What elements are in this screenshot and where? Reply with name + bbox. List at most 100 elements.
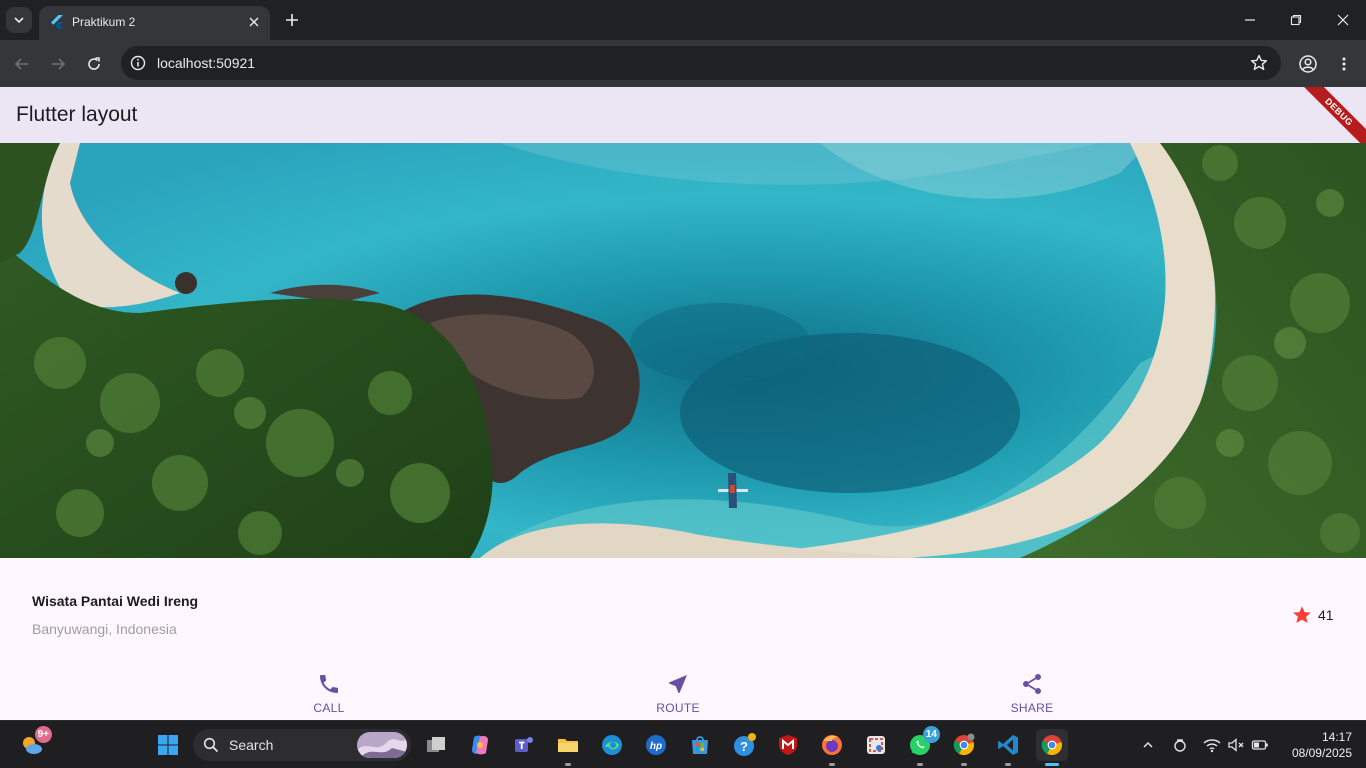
site-info-icon[interactable]	[130, 55, 146, 71]
taskbar-clock[interactable]: 14:17 08/09/2025	[1280, 729, 1352, 761]
flutter-app: Flutter layout DEBUG Wisata Pantai Wedi …	[0, 87, 1366, 720]
firefox-button[interactable]	[816, 729, 848, 766]
task-view-button[interactable]	[420, 729, 452, 761]
battery-icon	[1251, 740, 1268, 750]
wifi-icon	[1203, 739, 1221, 753]
weather-badge: 9+	[34, 726, 52, 743]
reload-icon	[88, 57, 100, 70]
arrow-right-icon	[52, 58, 66, 70]
help-icon: ?	[734, 733, 756, 756]
chevron-down-icon	[14, 17, 24, 24]
tab-title: Praktikum 2	[72, 15, 136, 29]
tab-search-button[interactable]	[6, 7, 32, 33]
running-indicator	[565, 763, 571, 766]
taskbar-search[interactable]: Search	[193, 729, 411, 761]
windows-taskbar: 9+ Search hp ? 14 14:17 08/09/2025	[0, 720, 1366, 768]
mcafee-button[interactable]	[772, 729, 804, 761]
star-icon	[1293, 606, 1311, 623]
share-button[interactable]: SHARE	[992, 670, 1072, 720]
mcafee-icon	[779, 735, 797, 755]
new-tab-button[interactable]	[280, 8, 304, 32]
share-label: SHARE	[1010, 701, 1054, 715]
volume-muted-icon	[1228, 738, 1244, 752]
whatsapp-button[interactable]: 14	[904, 726, 940, 766]
edge-icon	[602, 735, 622, 755]
battery-tray-button[interactable]	[1250, 735, 1270, 755]
svg-text:hp: hp	[650, 741, 662, 752]
active-indicator	[1045, 763, 1059, 766]
chrome-active-button[interactable]	[1036, 729, 1068, 766]
close-window-button[interactable]	[1320, 0, 1366, 40]
navigation-icon	[669, 675, 687, 693]
bookmark-star-icon[interactable]	[1249, 53, 1269, 73]
back-button[interactable]	[8, 50, 36, 78]
chrome-profile-button[interactable]	[948, 729, 980, 766]
account-icon	[1299, 55, 1317, 73]
windows-logo-icon	[158, 735, 178, 755]
phone-icon	[320, 675, 338, 693]
beach-aerial-image	[0, 143, 1366, 558]
chrome-icon	[1041, 735, 1062, 756]
flutter-favicon-icon	[51, 15, 63, 29]
search-label: Search	[229, 737, 274, 753]
copilot-button[interactable]	[464, 729, 496, 761]
tab-close-button[interactable]	[245, 13, 263, 31]
get-help-button[interactable]: ?	[728, 729, 760, 761]
button-section: CALL ROUTE SHARE	[0, 670, 1366, 720]
teams-button[interactable]	[508, 729, 540, 761]
chrome-menu-button[interactable]	[1330, 50, 1358, 78]
call-button[interactable]: CALL	[289, 670, 369, 720]
call-label: CALL	[313, 701, 345, 715]
running-indicator	[829, 763, 835, 766]
folder-icon	[558, 739, 578, 752]
chrome-icon	[953, 733, 975, 756]
app-bar: Flutter layout DEBUG	[0, 87, 1366, 156]
reload-button[interactable]	[80, 50, 108, 78]
weather-widget[interactable]: 9+	[16, 726, 52, 761]
snipping-tool-button[interactable]	[860, 729, 892, 761]
chevron-up-icon	[1143, 741, 1153, 748]
start-button[interactable]	[152, 729, 184, 761]
route-button[interactable]: ROUTE	[638, 670, 718, 720]
volume-tray-button[interactable]	[1226, 735, 1246, 755]
profile-button[interactable]	[1294, 50, 1322, 78]
minimize-button[interactable]	[1227, 0, 1273, 40]
onedrive-tray-button[interactable]	[1170, 735, 1190, 755]
whatsapp-badge: 14	[922, 726, 940, 743]
running-indicator	[961, 763, 967, 766]
address-bar[interactable]: localhost:50921	[121, 46, 1281, 80]
browser-tab-active[interactable]: Praktikum 2	[39, 6, 270, 40]
page-title: Flutter layout	[16, 103, 138, 126]
restore-icon	[1290, 14, 1302, 26]
show-hidden-icons-button[interactable]	[1138, 735, 1158, 755]
wifi-tray-button[interactable]	[1202, 735, 1222, 755]
svg-text:?: ?	[740, 739, 748, 754]
store-icon	[692, 736, 708, 754]
arrow-left-icon	[14, 58, 28, 70]
task-view-icon	[427, 737, 445, 752]
place-location: Banyuwangi, Indonesia	[32, 621, 177, 637]
teams-icon	[515, 737, 533, 752]
edge-button[interactable]	[596, 729, 628, 761]
browser-tab-strip: Praktikum 2	[0, 0, 1366, 40]
restore-button[interactable]	[1273, 0, 1319, 40]
file-explorer-button[interactable]	[552, 729, 584, 766]
share-icon	[1023, 674, 1041, 694]
hp-icon: hp	[646, 735, 666, 755]
firefox-icon	[822, 735, 842, 755]
sync-icon	[1174, 739, 1186, 752]
clock-time: 14:17	[1321, 730, 1352, 744]
close-icon	[1337, 14, 1349, 26]
hp-button[interactable]: hp	[640, 729, 672, 761]
copilot-icon	[472, 735, 488, 755]
vscode-button[interactable]	[992, 729, 1024, 766]
snipping-tool-icon	[867, 736, 885, 754]
search-icon	[203, 737, 219, 753]
forward-button[interactable]	[44, 50, 72, 78]
running-indicator	[917, 763, 923, 766]
url-text: localhost:50921	[157, 55, 256, 71]
plus-icon	[286, 14, 298, 26]
store-button[interactable]	[684, 729, 716, 761]
beach-hero-image	[0, 143, 1366, 558]
close-icon	[249, 17, 259, 27]
